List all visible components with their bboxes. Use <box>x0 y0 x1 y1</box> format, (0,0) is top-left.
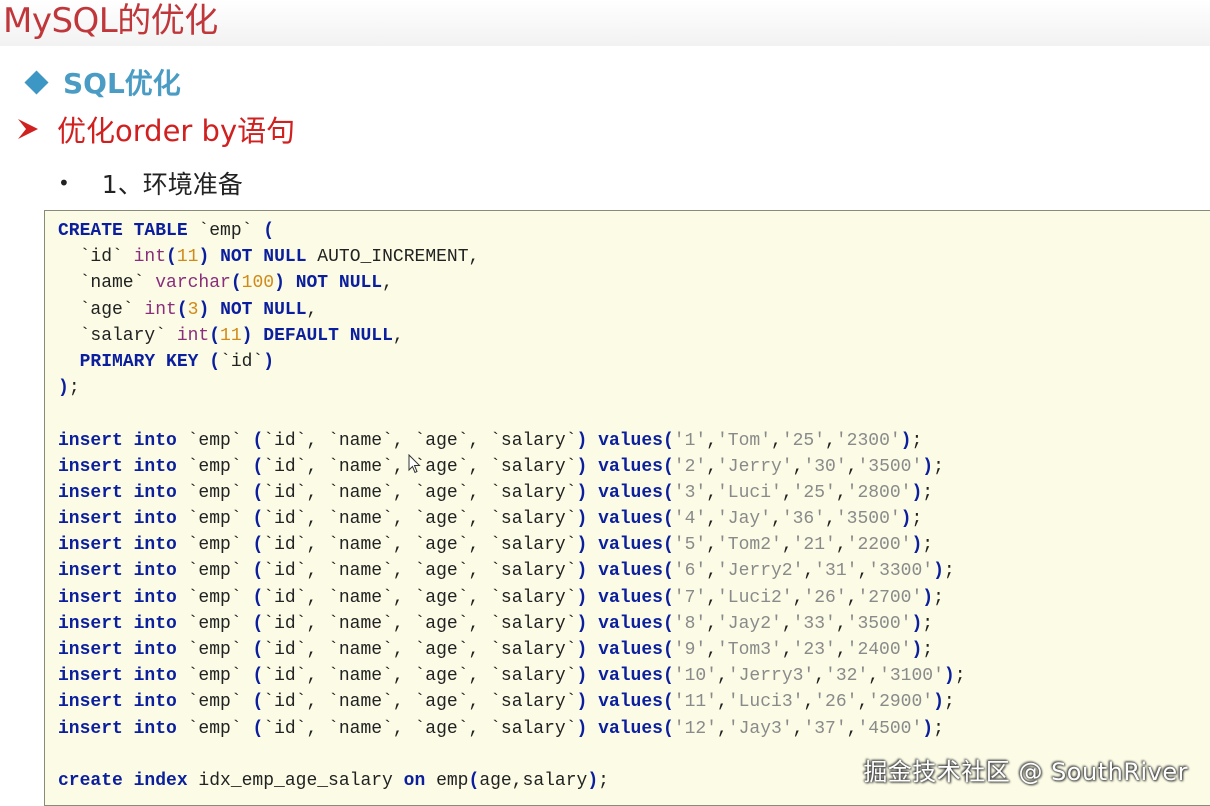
title-bar: MySQL的优化 <box>0 0 1210 46</box>
code-block: CREATE TABLE `emp` ( `id` int(11) NOT NU… <box>44 210 1210 806</box>
code-line: `id` int(11) NOT NULL AUTO_INCREMENT, <box>58 247 480 268</box>
insert-line: insert into `emp` (`id`, `name`, `age`, … <box>58 509 923 530</box>
insert-line: insert into `emp` (`id`, `name`, `age`, … <box>58 482 934 503</box>
insert-line: insert into `emp` (`id`, `name`, `age`, … <box>58 456 944 477</box>
diamond-icon <box>24 69 49 95</box>
insert-line: insert into `emp` (`id`, `name`, `age`, … <box>58 587 944 608</box>
code-line: `salary` int(11) DEFAULT NULL, <box>58 325 404 346</box>
bullet-text: 1、环境准备 <box>101 170 243 199</box>
watermark: 掘金技术社区 @ SouthRiver <box>863 758 1188 786</box>
mouse-cursor-icon <box>408 454 421 474</box>
sql-code: CREATE TABLE `emp` ( `id` int(11) NOT NU… <box>58 218 966 794</box>
insert-line: insert into `emp` (`id`, `name`, `age`, … <box>58 561 955 582</box>
code-line: ); <box>58 378 80 399</box>
insert-line: insert into `emp` (`id`, `name`, `age`, … <box>58 535 934 556</box>
code-line: PRIMARY KEY (`id`) <box>79 351 275 372</box>
heading2-text: 优化order by语句 <box>57 114 296 148</box>
heading-sql-optimization: SQL优化 <box>24 62 181 102</box>
arrow-icon <box>18 119 38 139</box>
bullet-item: • 1、环境准备 <box>58 163 243 203</box>
insert-line: insert into `emp` (`id`, `name`, `age`, … <box>58 692 955 713</box>
create-index-line: create index idx_emp_age_salary on emp(a… <box>58 770 609 791</box>
bullet-dot: • <box>58 171 70 195</box>
insert-line: insert into `emp` (`id`, `name`, `age`, … <box>58 613 934 634</box>
insert-line: insert into `emp` (`id`, `name`, `age`, … <box>58 666 966 687</box>
insert-line: insert into `emp` (`id`, `name`, `age`, … <box>58 640 934 660</box>
heading1-text: SQL优化 <box>63 67 181 100</box>
code-line: `age` int(3) NOT NULL, <box>58 299 318 320</box>
heading-order-by: 优化order by语句 <box>16 108 295 150</box>
code-line: CREATE TABLE `emp` ( <box>58 221 275 241</box>
slide-title: MySQL的优化 <box>3 1 218 41</box>
insert-line: insert into `emp` (`id`, `name`, `age`, … <box>58 430 923 451</box>
code-line: `name` varchar(100) NOT NULL, <box>58 273 393 294</box>
insert-line: insert into `emp` (`id`, `name`, `age`, … <box>58 718 944 739</box>
